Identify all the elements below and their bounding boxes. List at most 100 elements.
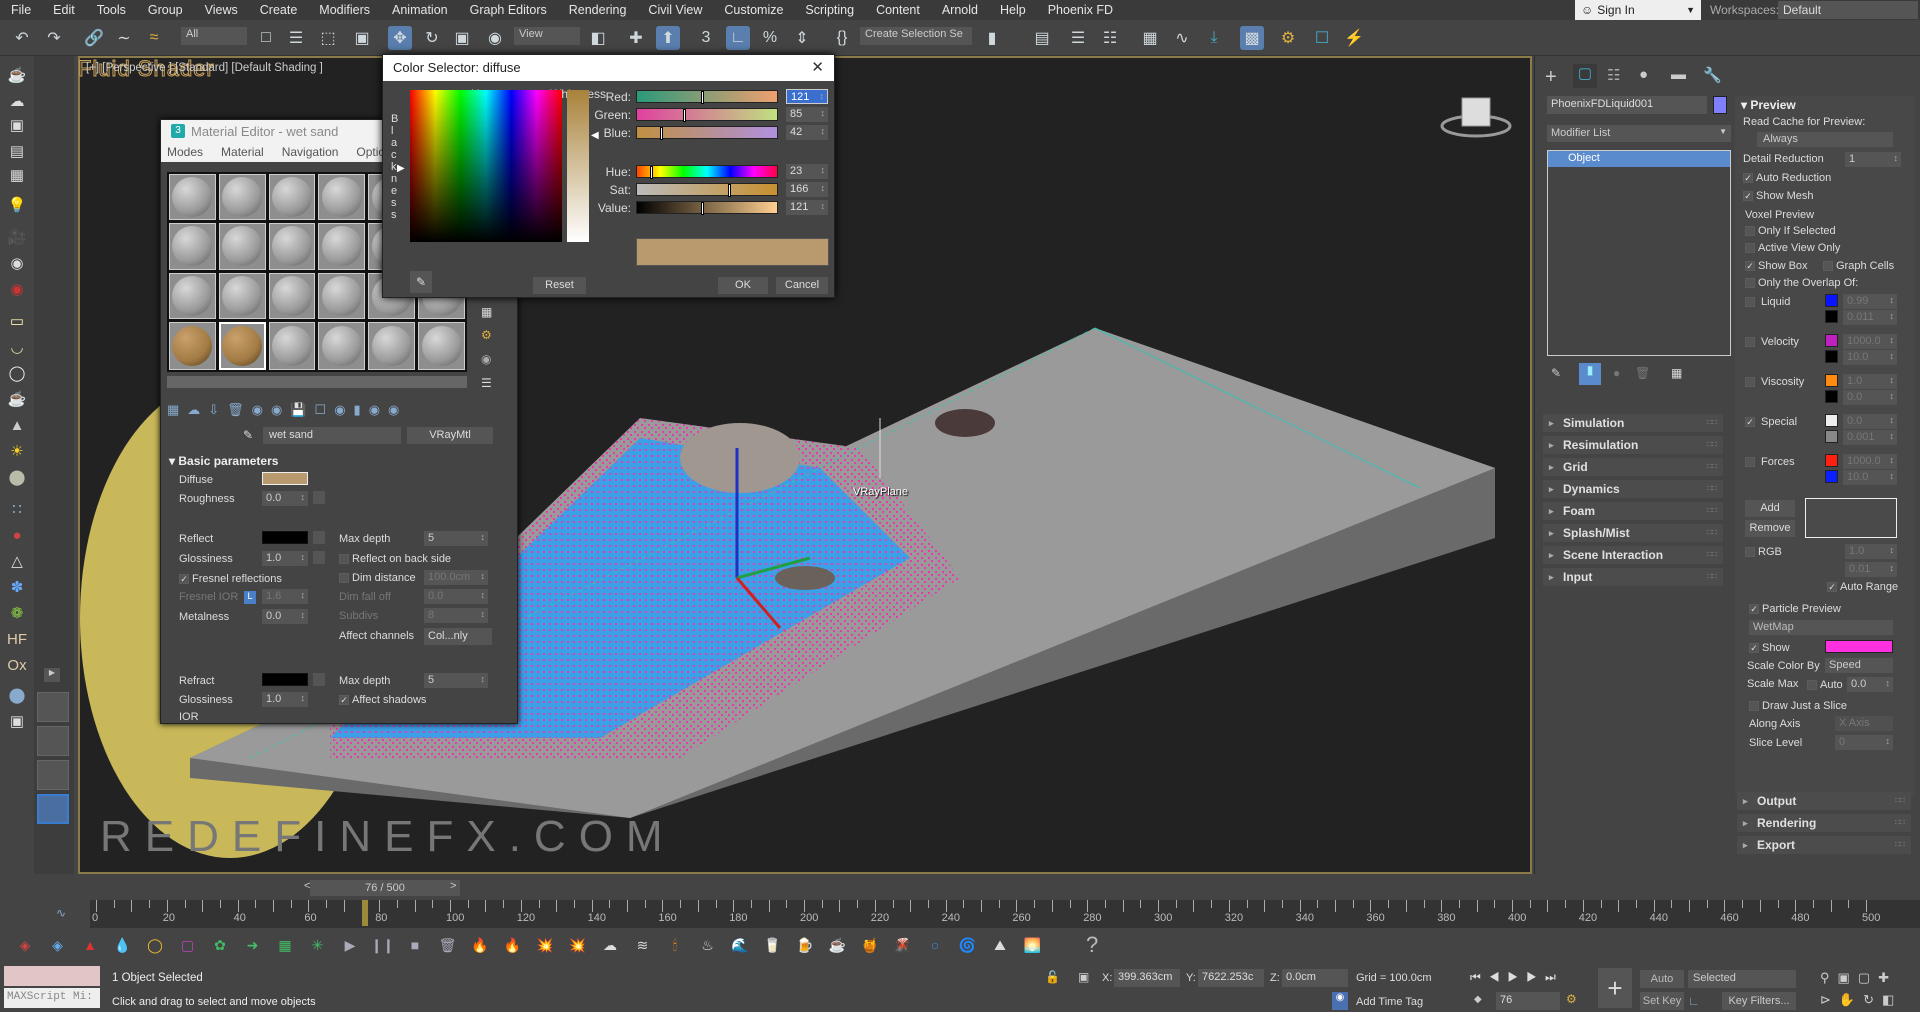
channel-checkbox[interactable]: ✓ [1745, 416, 1758, 428]
remove-modifier-icon[interactable]: 🗑 [1635, 366, 1650, 380]
channel-min-spinner[interactable]: 0.0 [1843, 390, 1897, 405]
channel-max-spinner[interactable]: 1000.0 [1843, 334, 1897, 349]
arrow-icon[interactable]: ➜ [240, 932, 266, 958]
rollout-input[interactable]: Input∷∷ [1543, 568, 1723, 586]
angle-snap-icon[interactable]: ∟ [726, 26, 750, 50]
sample-slot[interactable] [218, 174, 266, 221]
read-cache-dropdown[interactable]: Always [1757, 132, 1893, 147]
key-filters-button[interactable]: Key Filters... [1722, 992, 1796, 1010]
table-icon[interactable]: ▦ [4, 164, 30, 186]
rollout-scene-interaction[interactable]: Scene Interaction∷∷ [1543, 546, 1723, 564]
percent-snap-icon[interactable]: % [758, 26, 782, 50]
material-editor-icon[interactable]: ▩ [1240, 26, 1264, 50]
create-tab-icon[interactable]: + [1545, 66, 1557, 89]
menu-modifiers[interactable]: Modifiers [308, 3, 381, 17]
hue-blackness-picker[interactable] [410, 90, 562, 242]
channel-min-color-swatch[interactable] [1825, 470, 1838, 483]
sample-slot-sand[interactable] [169, 321, 216, 370]
fresnel-reflections-checkbox[interactable]: ✓ Fresnel reflections [179, 573, 282, 585]
reflect-map-button[interactable] [313, 531, 325, 544]
green-field[interactable]: 85 [786, 107, 828, 122]
edit-named-selection-icon[interactable]: {} [830, 26, 854, 50]
value-slider[interactable] [636, 201, 778, 215]
pause-sim-icon[interactable]: ❙❙ [370, 932, 396, 958]
channel-checkbox[interactable] [1745, 296, 1758, 308]
rollout-splash-mist[interactable]: Splash/Mist∷∷ [1543, 524, 1723, 542]
fresnel-ior-spinner[interactable]: 1.6 [262, 589, 308, 604]
candle-icon[interactable]: 🕯 [662, 932, 688, 958]
dim-falloff-spinner[interactable]: 0.0 [424, 589, 488, 604]
maxscript-listener-output[interactable] [4, 966, 100, 986]
render-frame-icon[interactable]: ▣ [4, 114, 30, 136]
clear-cache-icon[interactable]: 🗑 [435, 932, 461, 958]
rollout-export[interactable]: Export∷∷ [1737, 836, 1911, 854]
keyboard-shortcut-toggle-icon[interactable]: ⬆ [656, 26, 680, 50]
channel-min-spinner[interactable]: 10.0 [1843, 470, 1897, 485]
curve-editor-icon[interactable]: ∿ [1170, 26, 1194, 50]
rotate-icon[interactable]: ↻ [420, 26, 444, 50]
menu-phoenix-fd[interactable]: Phoenix FD [1037, 3, 1124, 17]
pan-icon[interactable]: ✋ [1839, 992, 1863, 1007]
channel-min-spinner[interactable]: 0.011 [1843, 310, 1897, 325]
scene-explorer-icon[interactable]: ☰ [1066, 26, 1090, 50]
rollout-resimulation[interactable]: Resimulation∷∷ [1543, 436, 1723, 454]
dim-distance-checkbox[interactable]: Dim distance [339, 572, 416, 584]
scale-auto-checkbox[interactable]: Auto [1807, 679, 1843, 691]
field-of-view-icon[interactable]: ⊳ [1820, 992, 1839, 1007]
blue-field[interactable]: 42 [786, 125, 828, 140]
help-icon[interactable]: ? [1086, 932, 1098, 958]
menu-customize[interactable]: Customize [713, 3, 794, 17]
menu-scripting[interactable]: Scripting [794, 3, 865, 17]
time-configuration-icon[interactable]: ⚙ [1566, 992, 1577, 1006]
camera-icon[interactable]: 🎥 [4, 226, 30, 248]
make-unique-icon[interactable]: ● [1613, 366, 1620, 380]
modify-tab-icon[interactable]: ▢ [1573, 64, 1597, 88]
affect-shadows-checkbox[interactable]: ✓ Affect shadows [339, 694, 426, 706]
cloud-icon[interactable]: ☁ [4, 90, 30, 112]
display-tab-icon[interactable]: ▬ [1671, 66, 1686, 83]
whiteness-bar[interactable] [567, 90, 589, 242]
channel-max-spinner[interactable]: 1.0 [1843, 374, 1897, 389]
named-selection-dropdown[interactable]: Create Selection Se [860, 27, 972, 45]
channel-min-color-swatch[interactable] [1825, 310, 1838, 323]
object-color-swatch[interactable] [1713, 96, 1727, 114]
menu-modes[interactable]: Modes [167, 145, 203, 159]
smoke-icon[interactable]: ☁ [597, 932, 623, 958]
channel-max-spinner[interactable]: 1000.0 [1843, 454, 1897, 469]
hf-icon[interactable]: HF [4, 628, 30, 650]
sample-slot[interactable] [318, 223, 366, 270]
go-to-end-icon[interactable]: ⏭ [1545, 970, 1564, 984]
channel-min-color-swatch[interactable] [1825, 390, 1838, 403]
rgb-min-spinner[interactable]: 0.01 [1845, 562, 1897, 577]
dim-distance-spinner[interactable]: 100.0cm [424, 570, 488, 585]
selection-filter-dropdown[interactable]: All [181, 27, 247, 45]
absolute-mode-icon[interactable]: ▣ [1078, 970, 1089, 984]
rollout-rendering[interactable]: Rendering∷∷ [1737, 814, 1911, 832]
menu-graph-editors[interactable]: Graph Editors [459, 3, 558, 17]
menu-views[interactable]: Views [194, 3, 249, 17]
rollout-dynamics[interactable]: Dynamics∷∷ [1543, 480, 1723, 498]
menu-civil-view[interactable]: Civil View [637, 3, 713, 17]
channel-max-color-swatch[interactable] [1825, 414, 1838, 427]
unlink-icon[interactable]: ∼ [112, 26, 136, 50]
menu-arnold[interactable]: Arnold [931, 3, 989, 17]
rect-selection-icon[interactable]: ⬚ [316, 26, 340, 50]
basic-parameters-rollout[interactable]: ▾ Basic parameters [169, 454, 278, 468]
configure-modifier-sets-icon[interactable]: ▦ [1671, 366, 1682, 380]
sample-slot[interactable] [318, 321, 366, 370]
green-slider[interactable] [636, 108, 778, 122]
vray-sphere-light-icon[interactable]: ◯ [4, 362, 30, 384]
add-time-tag-button[interactable]: Add Time Tag [1356, 996, 1423, 1008]
menu-rendering[interactable]: Rendering [558, 3, 638, 17]
liquid-source-icon[interactable]: ◈ [12, 932, 38, 958]
layout-tab-2[interactable] [37, 726, 69, 756]
viewcube[interactable] [1440, 97, 1512, 138]
rollout-foam[interactable]: Foam∷∷ [1543, 502, 1723, 520]
toggle-ribbon-icon[interactable]: ▦ [1138, 26, 1162, 50]
menu-tools[interactable]: Tools [86, 3, 137, 17]
smoke-2-icon[interactable]: ≋ [630, 932, 656, 958]
make-preview-icon[interactable]: ◉ [481, 352, 491, 366]
z-coordinate-field[interactable]: 0.0cm [1282, 969, 1348, 987]
horizontal-scrollbar[interactable] [167, 376, 467, 388]
remove-button[interactable]: Remove [1745, 520, 1795, 537]
